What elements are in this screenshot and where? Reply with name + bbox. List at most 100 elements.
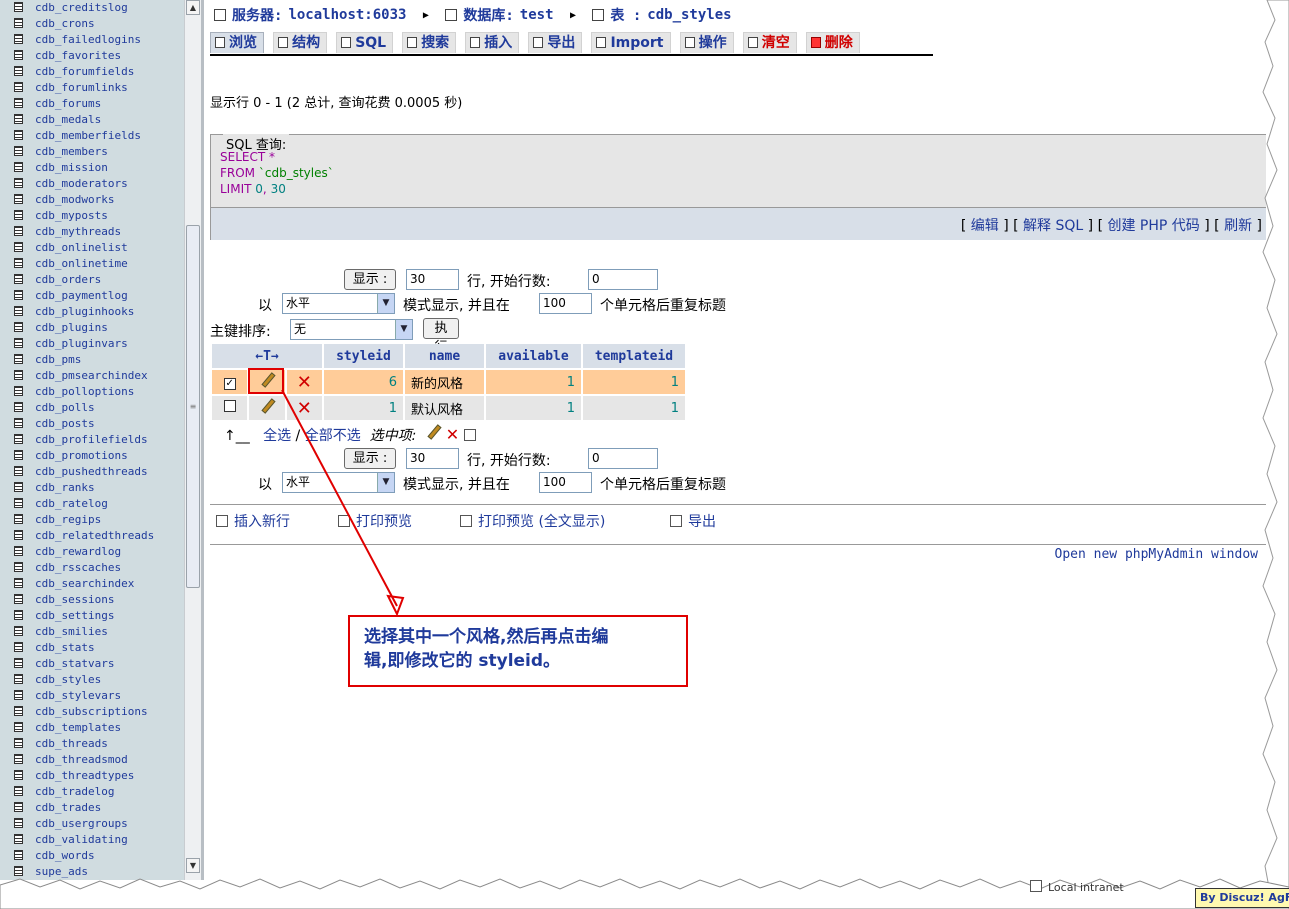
sidebar-table-name[interactable]: cdb_modworks — [35, 192, 114, 208]
sidebar-table-name[interactable]: cdb_ratelog — [35, 496, 108, 512]
table-icon[interactable] — [14, 578, 23, 588]
sidebar-table-name[interactable]: cdb_statvars — [35, 656, 114, 672]
table-icon[interactable] — [14, 850, 23, 860]
sidebar-table-name[interactable]: cdb_usergroups — [35, 816, 128, 832]
table-icon[interactable] — [14, 274, 23, 284]
sidebar-table-name[interactable]: cdb_subscriptions — [35, 704, 148, 720]
table-icon[interactable] — [14, 82, 23, 92]
table-icon[interactable] — [14, 802, 23, 812]
sidebar-table-name[interactable]: cdb_promotions — [35, 448, 128, 464]
table-icon[interactable] — [14, 658, 23, 668]
sidebar-table-name[interactable]: cdb_memberfields — [35, 128, 141, 144]
table-icon[interactable] — [14, 130, 23, 140]
sidebar-table-name[interactable]: cdb_rsscaches — [35, 560, 121, 576]
sidebar-table-name[interactable]: cdb_mission — [35, 160, 108, 176]
table-icon[interactable] — [14, 562, 23, 572]
table-icon[interactable] — [14, 738, 23, 748]
sidebar-table-name[interactable]: cdb_sessions — [35, 592, 114, 608]
table-icon[interactable] — [14, 194, 23, 204]
sidebar-table-name[interactable]: cdb_polloptions — [35, 384, 134, 400]
sidebar-table-name[interactable]: cdb_threads — [35, 736, 108, 752]
table-icon[interactable] — [14, 146, 23, 156]
table-icon[interactable] — [14, 2, 23, 12]
table-icon[interactable] — [14, 642, 23, 652]
table-icon[interactable] — [14, 674, 23, 684]
table-icon[interactable] — [14, 402, 23, 412]
sidebar-table-name[interactable]: cdb_myposts — [35, 208, 108, 224]
sidebar-table-name[interactable]: cdb_smilies — [35, 624, 108, 640]
sidebar-table-name[interactable]: cdb_posts — [35, 416, 95, 432]
sidebar-table-name[interactable]: cdb_polls — [35, 400, 95, 416]
table-icon[interactable] — [14, 530, 23, 540]
sidebar-table-name[interactable]: cdb_threadsmod — [35, 752, 128, 768]
table-icon[interactable] — [14, 34, 23, 44]
sidebar-table-name[interactable]: cdb_relatedthreads — [35, 528, 154, 544]
table-icon[interactable] — [14, 626, 23, 636]
table-icon[interactable] — [14, 242, 23, 252]
table-icon[interactable] — [14, 386, 23, 396]
sidebar-table-name[interactable]: cdb_styles — [35, 672, 101, 688]
sidebar-table-name[interactable]: cdb_pms — [35, 352, 81, 368]
sidebar-scrollbar[interactable]: ▲ ≡ ▼ — [184, 0, 201, 880]
sidebar-table-name[interactable]: cdb_mythreads — [35, 224, 121, 240]
scroll-down-button[interactable]: ▼ — [186, 858, 200, 873]
table-icon[interactable] — [14, 258, 23, 268]
table-icon[interactable] — [14, 162, 23, 172]
table-icon[interactable] — [14, 866, 23, 876]
sidebar-table-name[interactable]: cdb_stylevars — [35, 688, 121, 704]
sidebar-table-name[interactable]: cdb_stats — [35, 640, 95, 656]
table-icon[interactable] — [14, 450, 23, 460]
scroll-up-button[interactable]: ▲ — [186, 0, 200, 15]
sidebar-table-name[interactable]: cdb_forumlinks — [35, 80, 128, 96]
sidebar-table-name[interactable]: cdb_crons — [35, 16, 95, 32]
table-icon[interactable] — [14, 354, 23, 364]
sidebar-table-name[interactable]: cdb_members — [35, 144, 108, 160]
table-icon[interactable] — [14, 498, 23, 508]
table-icon[interactable] — [14, 434, 23, 444]
table-icon[interactable] — [14, 290, 23, 300]
table-icon[interactable] — [14, 770, 23, 780]
table-icon[interactable] — [14, 818, 23, 828]
sidebar-table-name[interactable]: cdb_pluginhooks — [35, 304, 134, 320]
table-icon[interactable] — [14, 594, 23, 604]
table-icon[interactable] — [14, 210, 23, 220]
table-icon[interactable] — [14, 514, 23, 524]
sidebar-table-name[interactable]: cdb_pluginvars — [35, 336, 128, 352]
sidebar-table-name[interactable]: cdb_pmsearchindex — [35, 368, 148, 384]
sidebar-table-name[interactable]: cdb_plugins — [35, 320, 108, 336]
table-icon[interactable] — [14, 610, 23, 620]
sidebar-table-name[interactable]: cdb_templates — [35, 720, 121, 736]
sidebar-table-name[interactable]: cdb_threadtypes — [35, 768, 134, 784]
sidebar-table-name[interactable]: cdb_medals — [35, 112, 101, 128]
table-icon[interactable] — [14, 482, 23, 492]
table-icon[interactable] — [14, 18, 23, 28]
table-icon[interactable] — [14, 178, 23, 188]
sidebar-table-name[interactable]: cdb_trades — [35, 800, 101, 816]
sidebar-table-name[interactable]: cdb_paymentlog — [35, 288, 128, 304]
table-icon[interactable] — [14, 98, 23, 108]
table-icon[interactable] — [14, 834, 23, 844]
sidebar-table-name[interactable]: cdb_creditslog — [35, 0, 128, 16]
sidebar-table-name[interactable]: cdb_validating — [35, 832, 128, 848]
sidebar-table-name[interactable]: cdb_orders — [35, 272, 101, 288]
sidebar-table-name[interactable]: cdb_profilefields — [35, 432, 148, 448]
table-icon[interactable] — [14, 546, 23, 556]
sidebar-table-name[interactable]: cdb_ranks — [35, 480, 95, 496]
sidebar-table-name[interactable]: cdb_onlinelist — [35, 240, 128, 256]
sidebar-table-name[interactable]: cdb_settings — [35, 608, 114, 624]
sidebar-table-name[interactable]: cdb_rewardlog — [35, 544, 121, 560]
table-icon[interactable] — [14, 690, 23, 700]
table-icon[interactable] — [14, 786, 23, 796]
scroll-thumb[interactable]: ≡ — [186, 225, 200, 588]
table-icon[interactable] — [14, 322, 23, 332]
table-icon[interactable] — [14, 226, 23, 236]
sidebar-table-name[interactable]: cdb_onlinetime — [35, 256, 128, 272]
sidebar-table-name[interactable]: cdb_forumfields — [35, 64, 134, 80]
sidebar-table-name[interactable]: cdb_searchindex — [35, 576, 134, 592]
table-icon[interactable] — [14, 66, 23, 76]
table-icon[interactable] — [14, 418, 23, 428]
table-icon[interactable] — [14, 466, 23, 476]
sidebar-table-name[interactable]: cdb_regips — [35, 512, 101, 528]
table-icon[interactable] — [14, 338, 23, 348]
table-icon[interactable] — [14, 706, 23, 716]
